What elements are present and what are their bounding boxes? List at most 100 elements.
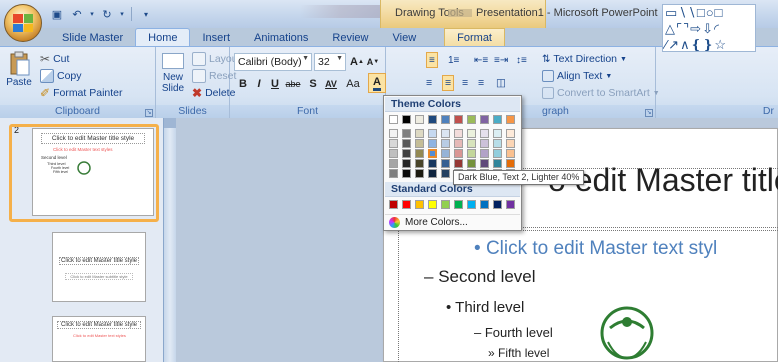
theme-color-swatch[interactable] [441,115,450,124]
paste-button[interactable]: Paste [6,51,32,88]
theme-shade-swatch[interactable] [415,169,424,178]
text-level-2[interactable]: – Second level [424,267,536,287]
shapes-gallery[interactable]: ▭∖∖□○□ △⌜⌝⇨⇩◜ ∕↗∧❴❵☆ [662,4,756,52]
theme-shade-swatch[interactable] [415,139,424,148]
standard-color-swatch[interactable] [441,200,450,209]
change-case-button[interactable]: Aa [342,75,364,93]
theme-color-swatch[interactable] [493,115,502,124]
theme-shade-swatch[interactable] [402,149,411,158]
format-painter-button[interactable]: ✐ Format Painter [40,85,123,101]
theme-shade-swatch[interactable] [493,149,502,158]
theme-shade-swatch[interactable] [441,159,450,168]
standard-color-swatch[interactable] [480,200,489,209]
undo-dropdown-icon[interactable]: ▾ [88,6,96,22]
standard-color-swatch[interactable] [493,200,502,209]
customize-qat-icon[interactable]: ▾ [137,6,155,22]
theme-shade-swatch[interactable] [480,149,489,158]
theme-color-swatch[interactable] [506,115,515,124]
slide-thumbnail-3[interactable]: Click to edit Master title style Click t… [52,232,146,302]
convert-smartart-button[interactable]: Convert to SmartArt ▼ [542,85,660,101]
increase-indent-button[interactable]: ≡⇥ [494,52,508,68]
tab-format[interactable]: Format [444,28,505,46]
theme-shade-swatch[interactable] [402,129,411,138]
theme-shade-swatch[interactable] [467,149,476,158]
undo-icon[interactable]: ↶ [68,6,86,22]
theme-shade-swatch[interactable] [467,139,476,148]
new-slide-button[interactable]: New Slide [158,53,188,94]
theme-shade-swatch[interactable] [467,129,476,138]
redo-dropdown-icon[interactable]: ▾ [118,6,126,22]
theme-color-swatch[interactable] [389,115,398,124]
slide-thumbnail-4[interactable]: Click to edit Master title style Click t… [52,316,146,362]
theme-shade-swatch[interactable] [402,169,411,178]
theme-shade-swatch[interactable] [441,149,450,158]
copy-button[interactable]: Copy [40,68,82,84]
theme-shade-swatch[interactable] [415,159,424,168]
text-level-3[interactable]: • Third level [446,299,524,316]
pane-splitter[interactable] [164,118,176,362]
theme-shade-swatch[interactable] [389,129,398,138]
standard-color-swatch[interactable] [454,200,463,209]
theme-shade-swatch[interactable] [428,159,437,168]
redo-icon[interactable]: ↻ [98,6,116,22]
theme-shade-swatch[interactable] [441,139,450,148]
align-right-button[interactable]: ≡ [462,75,468,91]
character-spacing-button[interactable]: AV [320,75,342,93]
theme-shade-swatch[interactable] [415,129,424,138]
standard-color-swatch[interactable] [389,200,398,209]
theme-shade-swatch[interactable] [506,149,515,158]
theme-shade-swatch[interactable] [428,129,437,138]
theme-shade-swatch[interactable] [506,129,515,138]
numbering-button[interactable]: 1≡ [448,52,459,68]
line-spacing-button[interactable]: ↕≡ [516,52,527,68]
standard-color-swatch[interactable] [428,200,437,209]
underline-button[interactable]: U [266,75,284,93]
standard-color-swatch[interactable] [415,200,424,209]
text-level-5[interactable]: » Fifth level [488,346,549,360]
theme-shade-swatch[interactable] [441,169,450,178]
tab-home[interactable]: Home [135,28,191,46]
theme-shade-swatch[interactable] [441,129,450,138]
tab-slide-master[interactable]: Slide Master [50,29,135,46]
align-center-button[interactable]: ≡ [442,75,455,91]
tab-animations[interactable]: Animations [242,29,320,46]
theme-shade-swatch[interactable] [402,139,411,148]
tab-view[interactable]: View [381,29,429,46]
shrink-font-icon[interactable]: A ▼ [364,53,382,71]
theme-shade-swatch[interactable] [480,129,489,138]
cut-button[interactable]: ✂ Cut [40,51,69,67]
theme-shade-swatch[interactable] [480,139,489,148]
theme-shade-swatch[interactable] [428,139,437,148]
align-text-button[interactable]: Align Text ▼ [542,68,612,84]
theme-shade-swatch[interactable] [389,159,398,168]
text-level-4[interactable]: – Fourth level [474,325,553,340]
text-direction-button[interactable]: ⇅ Text Direction ▼ [542,51,627,67]
theme-color-swatch[interactable] [402,115,411,124]
standard-color-swatch[interactable] [506,200,515,209]
tab-review[interactable]: Review [320,29,380,46]
paragraph-launcher-icon[interactable]: ↘ [645,109,653,117]
font-size-combo[interactable]: 32 ▼ [314,53,346,71]
tab-insert[interactable]: Insert [190,29,242,46]
slide-thumbnail-2[interactable]: Click to edit Master title style Click t… [32,128,154,216]
delete-button[interactable]: ✖ Delete [192,85,235,101]
strikethrough-button[interactable]: abe [284,75,302,93]
theme-shade-swatch[interactable] [467,159,476,168]
theme-shade-swatch[interactable] [454,139,463,148]
decrease-indent-button[interactable]: ⇤≡ [474,52,488,68]
font-name-combo[interactable]: Calibri (Body) ▼ [234,53,312,71]
theme-shade-swatch[interactable] [389,169,398,178]
bullets-button[interactable]: ≡ [426,52,438,68]
standard-color-swatch[interactable] [402,200,411,209]
theme-shade-swatch[interactable] [493,139,502,148]
theme-shade-swatch[interactable] [454,149,463,158]
theme-shade-swatch[interactable] [506,159,515,168]
theme-shade-swatch[interactable] [428,149,437,158]
standard-color-swatch[interactable] [467,200,476,209]
align-left-button[interactable]: ≡ [426,75,432,91]
text-level-1[interactable]: • Click to edit Master text styl [474,238,717,260]
theme-shade-swatch[interactable] [493,159,502,168]
theme-shade-swatch[interactable] [428,169,437,178]
theme-color-swatch[interactable] [467,115,476,124]
theme-color-swatch[interactable] [480,115,489,124]
